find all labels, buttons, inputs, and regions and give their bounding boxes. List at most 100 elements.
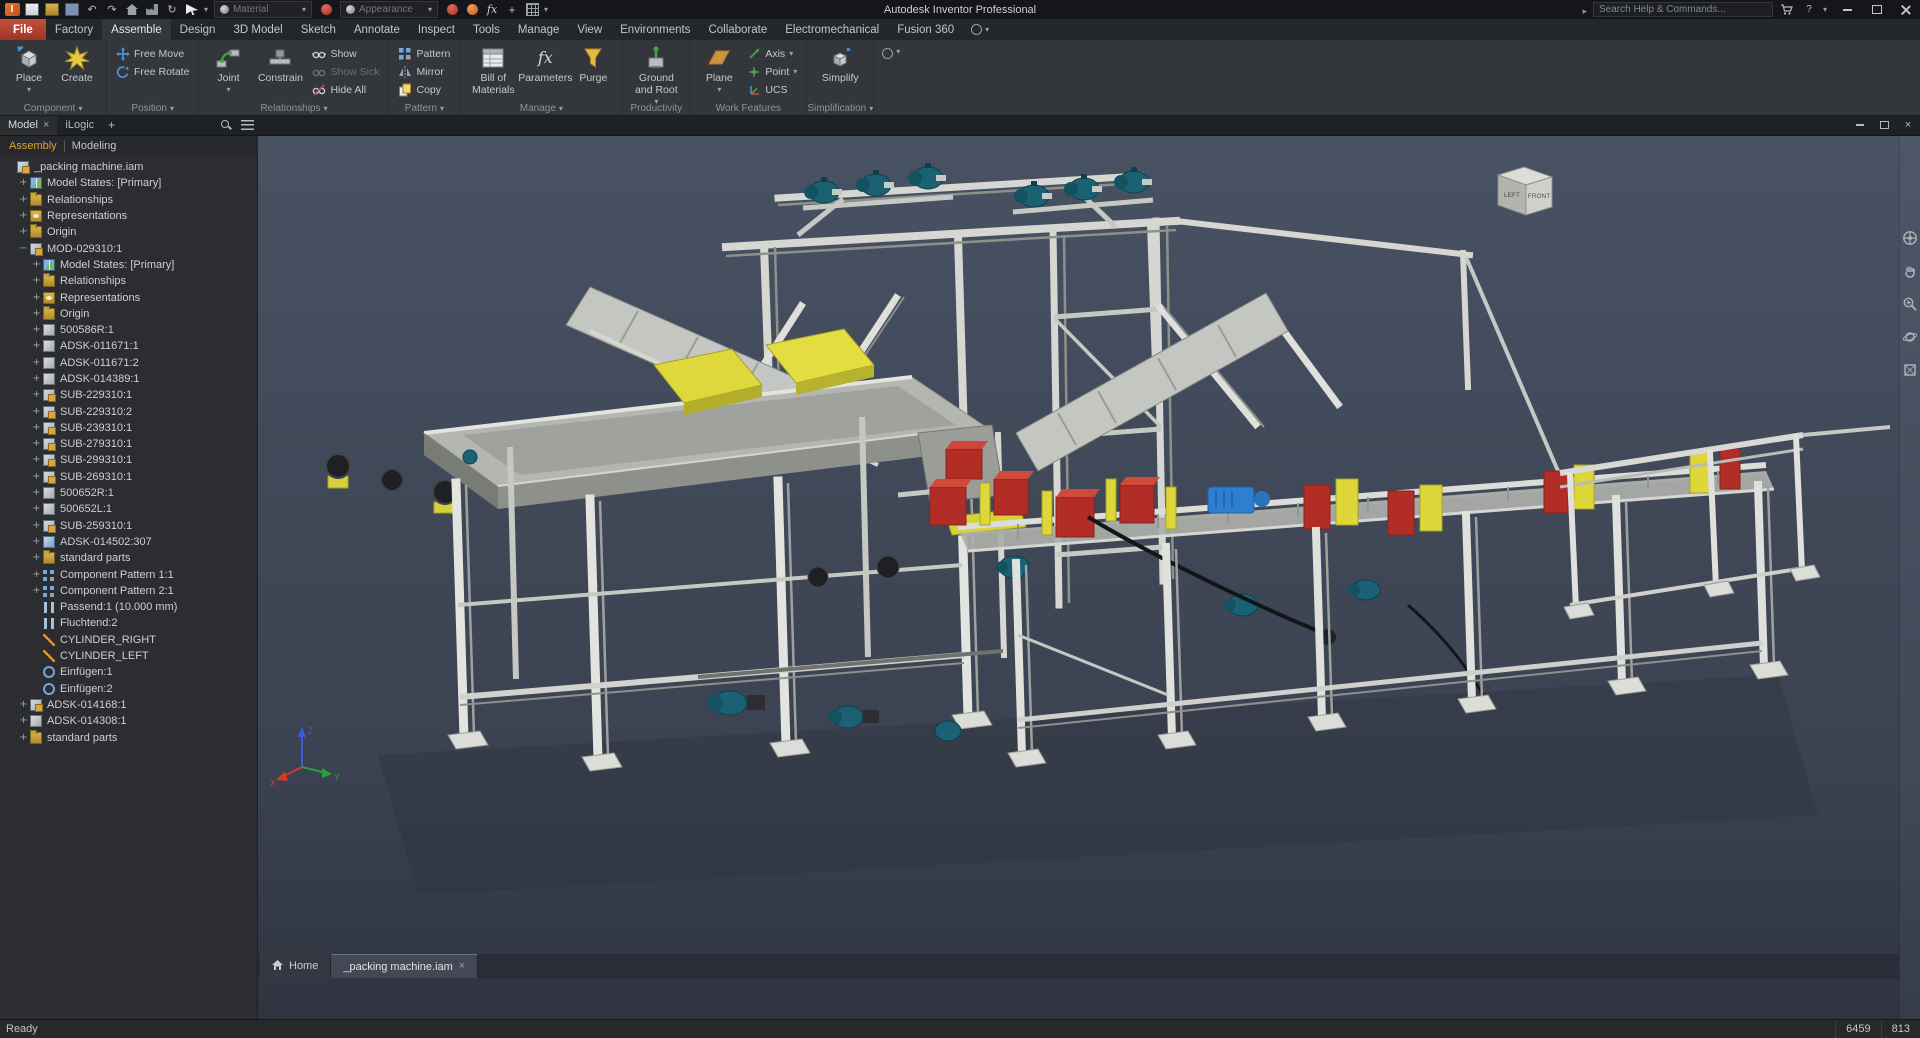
- zoom-icon[interactable]: [1902, 296, 1918, 312]
- tree-expander-icon[interactable]: [18, 178, 29, 188]
- tree-expander-icon[interactable]: [18, 211, 29, 221]
- adjust-orange-icon[interactable]: [464, 3, 480, 17]
- tree-expander-icon[interactable]: [18, 700, 29, 710]
- select-tool-icon[interactable]: [184, 3, 200, 17]
- ribbon-appearance-toggle[interactable]: [963, 19, 997, 40]
- browser-tree-item[interactable]: CYLINDER_LEFT: [0, 648, 257, 664]
- tree-expander-icon[interactable]: [18, 227, 29, 237]
- grid-measure-icon[interactable]: [524, 3, 540, 17]
- ribbon-tab[interactable]: Fusion 360: [888, 19, 963, 40]
- refresh-icon[interactable]: [164, 3, 180, 17]
- browser-tree-item[interactable]: 500586R:1: [0, 322, 257, 338]
- plane-button[interactable]: Plane: [696, 43, 742, 94]
- doc-minimize-button[interactable]: [1848, 115, 1872, 135]
- maximize-button[interactable]: [1862, 0, 1891, 19]
- ribbon-group-label-position[interactable]: Position: [107, 102, 198, 115]
- show-sick-button[interactable]: Show Sick: [309, 64, 382, 80]
- doc-restore-button[interactable]: [1872, 115, 1896, 135]
- browser-tree-item[interactable]: Relationships: [0, 192, 257, 208]
- point-button[interactable]: Point: [744, 64, 800, 80]
- document-tab-packing-machine[interactable]: _packing machine.iam: [331, 954, 478, 978]
- minimize-button[interactable]: [1833, 0, 1862, 19]
- viewport-3d-canvas[interactable]: LEFT FRONT X Y Z: [258, 135, 1920, 1020]
- help-search-input[interactable]: [1593, 2, 1773, 17]
- viewcube-left-face[interactable]: LEFT: [1504, 192, 1520, 199]
- browser-tree-item[interactable]: ADSK-014168:1: [0, 697, 257, 713]
- constrain-button[interactable]: Constrain: [253, 43, 307, 85]
- browser-tree-item[interactable]: ADSK-014502:307: [0, 534, 257, 550]
- home-tab[interactable]: Home: [260, 954, 331, 978]
- ribbon-tab[interactable]: Sketch: [292, 19, 345, 40]
- ribbon-tab[interactable]: Design: [171, 19, 225, 40]
- create-button[interactable]: Create: [54, 43, 100, 85]
- show-button[interactable]: Show: [309, 46, 382, 62]
- ribbon-group-label-productivity[interactable]: Productivity: [623, 102, 689, 115]
- add-panel-tab-button[interactable]: +: [102, 115, 121, 135]
- browser-tree-item[interactable]: 500652L:1: [0, 501, 257, 517]
- browser-tree-item[interactable]: Passend:1 (10.000 mm): [0, 599, 257, 615]
- ground-and-root-button[interactable]: Ground and Root: [629, 43, 683, 106]
- tree-expander-icon[interactable]: [31, 439, 42, 449]
- browser-tree-item[interactable]: Origin: [0, 224, 257, 240]
- viewcube-front-face[interactable]: FRONT: [1528, 193, 1550, 200]
- undo-icon[interactable]: [84, 3, 100, 17]
- tree-expander-icon[interactable]: [31, 537, 42, 547]
- panel-tab-model[interactable]: Model: [0, 115, 57, 135]
- ribbon-overflow-button[interactable]: [874, 40, 908, 115]
- look-at-icon[interactable]: [1902, 362, 1918, 378]
- tree-expander-icon[interactable]: [31, 309, 42, 319]
- place-button[interactable]: Place: [6, 43, 52, 94]
- view-cube[interactable]: LEFT FRONT: [1498, 167, 1552, 215]
- axis-button[interactable]: Axis: [744, 46, 800, 62]
- parameters-button[interactable]: Parameters: [522, 43, 568, 85]
- new-file-icon[interactable]: [24, 3, 40, 17]
- cart-icon[interactable]: [1779, 3, 1795, 17]
- select-dropdown-caret[interactable]: [204, 6, 208, 14]
- help-dropdown-caret[interactable]: [1823, 6, 1827, 14]
- app-logo-icon[interactable]: [4, 3, 20, 17]
- ribbon-tab[interactable]: View: [568, 19, 611, 40]
- mode-link-assembly[interactable]: Assembly: [9, 140, 57, 152]
- ribbon-group-label-simplification[interactable]: Simplification: [807, 102, 873, 115]
- ribbon-group-label-pattern[interactable]: Pattern: [389, 102, 459, 115]
- tree-expander-icon[interactable]: [18, 244, 29, 254]
- save-icon[interactable]: [64, 3, 80, 17]
- browser-tree-item[interactable]: Einfügen:1: [0, 664, 257, 680]
- adjust-red-icon[interactable]: [444, 3, 460, 17]
- browser-tree-item[interactable]: Component Pattern 1:1: [0, 566, 257, 582]
- browser-tree-item[interactable]: ADSK-011671:2: [0, 355, 257, 371]
- browser-tree-item[interactable]: ADSK-014389:1: [0, 371, 257, 387]
- panel-tab-ilogic[interactable]: iLogic: [57, 115, 102, 135]
- browser-tree-item[interactable]: Origin: [0, 306, 257, 322]
- purge-button[interactable]: Purge: [570, 43, 616, 85]
- tree-expander-icon[interactable]: [31, 390, 42, 400]
- browser-tree-item[interactable]: ADSK-014308:1: [0, 713, 257, 729]
- ribbon-tab[interactable]: Environments: [611, 19, 699, 40]
- browser-tree-item[interactable]: Representations: [0, 208, 257, 224]
- browser-tree-item[interactable]: Relationships: [0, 273, 257, 289]
- hide-all-button[interactable]: Hide All: [309, 82, 382, 98]
- browser-tree-item[interactable]: SUB-259310:1: [0, 518, 257, 534]
- mirror-button[interactable]: Mirror: [395, 64, 453, 80]
- browser-tree-item[interactable]: SUB-229310:2: [0, 403, 257, 419]
- ribbon-tab[interactable]: 3D Model: [224, 19, 291, 40]
- browser-tree-item[interactable]: standard parts: [0, 550, 257, 566]
- pan-hand-icon[interactable]: [1902, 263, 1918, 279]
- ribbon-tab[interactable]: File: [0, 19, 46, 40]
- browser-tree-item[interactable]: SUB-229310:1: [0, 387, 257, 403]
- close-document-tab-icon[interactable]: [459, 961, 465, 972]
- orbit-icon[interactable]: [1902, 329, 1918, 345]
- viewport[interactable]: LEFT FRONT X Y Z Home: [258, 135, 1920, 1020]
- ribbon-tab[interactable]: Tools: [464, 19, 509, 40]
- ribbon-tab[interactable]: Manage: [509, 19, 569, 40]
- joint-button[interactable]: Joint: [205, 43, 251, 94]
- browser-menu-icon[interactable]: [241, 120, 254, 130]
- ribbon-tab[interactable]: Factory: [46, 19, 102, 40]
- add-icon[interactable]: [504, 3, 520, 17]
- tree-expander-icon[interactable]: [31, 570, 42, 580]
- free-rotate-button[interactable]: Free Rotate: [113, 64, 192, 80]
- tree-expander-icon[interactable]: [31, 260, 42, 270]
- browser-tree-item[interactable]: _packing machine.iam: [0, 159, 257, 175]
- navigation-wheel-icon[interactable]: [1902, 230, 1918, 246]
- browser-tree-item[interactable]: SUB-269310:1: [0, 469, 257, 485]
